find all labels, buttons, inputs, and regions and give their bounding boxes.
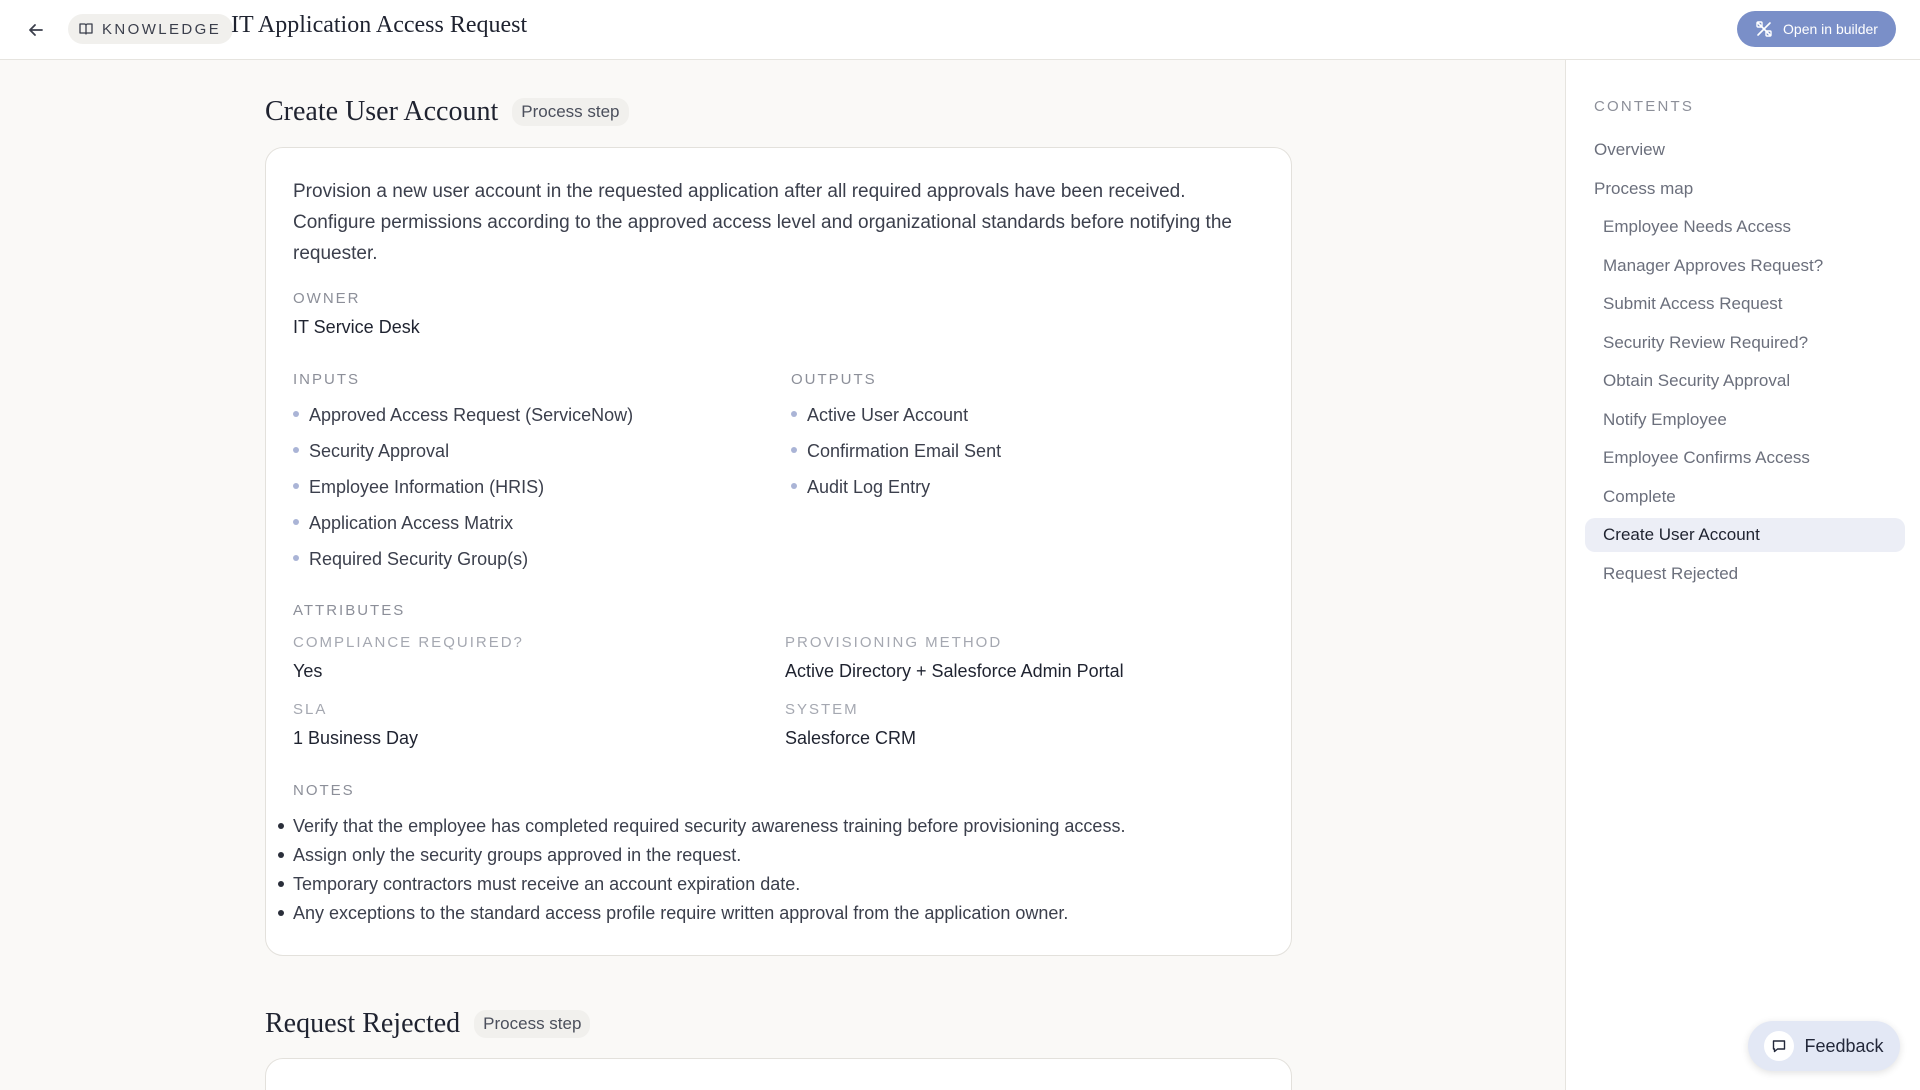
attribute-label-compliance: COMPLIANCE REQUIRED? bbox=[293, 634, 524, 651]
attribute-label-sla: SLA bbox=[293, 701, 328, 718]
toc-item-submit-access-request[interactable]: Submit Access Request bbox=[1585, 287, 1905, 321]
contents-label: CONTENTS bbox=[1594, 98, 1695, 115]
list-item: Application Access Matrix bbox=[293, 511, 633, 547]
step-title: Create User Account bbox=[265, 96, 499, 127]
list-item: Confirmation Email Sent bbox=[791, 439, 1001, 475]
attribute-value-provisioning: Active Directory + Salesforce Admin Port… bbox=[785, 661, 1124, 681]
chat-bubble-icon bbox=[1773, 1040, 1786, 1053]
attribute-label-system: SYSTEM bbox=[785, 701, 859, 718]
step-card: Provision a new user account in the requ… bbox=[265, 147, 1292, 956]
list-item: Security Approval bbox=[293, 439, 633, 475]
step-description: Provision a new user account in the requ… bbox=[293, 181, 1232, 264]
outputs-label: OUTPUTS bbox=[791, 371, 877, 388]
open-in-builder-label: Open in builder bbox=[1783, 21, 1878, 37]
toc-item-manager-approves-request[interactable]: Manager Approves Request? bbox=[1585, 249, 1905, 283]
open-in-builder-button[interactable]: Open in builder bbox=[1737, 11, 1896, 47]
outputs-list: Active User Account Confirmation Email S… bbox=[791, 403, 1001, 511]
step-heading: Create User Account Process step bbox=[265, 96, 629, 128]
back-button[interactable] bbox=[20, 14, 52, 46]
toc-item-overview[interactable]: Overview bbox=[1594, 133, 1894, 167]
contents-sidebar: CONTENTS Overview Process map Employee N… bbox=[1565, 60, 1920, 1090]
list-item: Approved Access Request (ServiceNow) bbox=[293, 403, 633, 439]
attribute-label-provisioning: PROVISIONING METHOD bbox=[785, 634, 1003, 651]
builder-icon bbox=[1756, 21, 1772, 37]
toc-item-create-user-account[interactable]: Create User Account bbox=[1585, 518, 1905, 552]
step-badge: Process step bbox=[512, 98, 629, 126]
toc-item-employee-confirms-access[interactable]: Employee Confirms Access bbox=[1585, 441, 1905, 475]
feedback-button[interactable]: Feedback bbox=[1748, 1021, 1900, 1071]
attribute-value-system: Salesforce CRM bbox=[785, 728, 917, 748]
attribute-value-sla: 1 Business Day bbox=[293, 728, 419, 748]
list-item: Required Security Group(s) bbox=[293, 547, 633, 583]
notes-list: Verify that the employee has completed r… bbox=[278, 814, 1273, 930]
book-icon bbox=[79, 23, 93, 35]
toc-item-request-rejected[interactable]: Request Rejected bbox=[1585, 557, 1905, 591]
toc-item-complete[interactable]: Complete bbox=[1585, 480, 1905, 514]
page-title: IT Application Access Request bbox=[231, 12, 528, 38]
owner-value: IT Service Desk bbox=[293, 317, 420, 337]
toc-item-obtain-security-approval[interactable]: Obtain Security Approval bbox=[1585, 364, 1905, 398]
top-header: KNOWLEDGE IT Application Access Request … bbox=[0, 0, 1920, 60]
toc-item-process-map[interactable]: Process map bbox=[1594, 172, 1894, 206]
next-step-card bbox=[265, 1058, 1292, 1090]
knowledge-chip[interactable]: KNOWLEDGE bbox=[68, 14, 234, 44]
list-item: Any exceptions to the standard access pr… bbox=[278, 901, 1273, 930]
inputs-list: Approved Access Request (ServiceNow) Sec… bbox=[293, 403, 633, 583]
next-step-badge: Process step bbox=[474, 1010, 591, 1038]
notes-label: NOTES bbox=[293, 782, 355, 799]
list-item: Active User Account bbox=[791, 403, 1001, 439]
toc-item-employee-needs-access[interactable]: Employee Needs Access bbox=[1585, 210, 1905, 244]
next-step-title: Request Rejected bbox=[265, 1008, 461, 1039]
list-item: Temporary contractors must receive an ac… bbox=[278, 872, 1273, 901]
list-item: Verify that the employee has completed r… bbox=[278, 814, 1273, 843]
owner-label: OWNER bbox=[293, 290, 361, 307]
list-item: Assign only the security groups approved… bbox=[278, 843, 1273, 872]
attributes-label: ATTRIBUTES bbox=[293, 602, 406, 619]
list-item: Employee Information (HRIS) bbox=[293, 475, 633, 511]
list-item: Audit Log Entry bbox=[791, 475, 1001, 511]
toc-item-security-review-required[interactable]: Security Review Required? bbox=[1585, 326, 1905, 360]
feedback-icon-wrap bbox=[1764, 1031, 1795, 1061]
arrow-left-icon bbox=[29, 24, 43, 36]
next-step-heading: Request Rejected Process step bbox=[265, 1008, 591, 1040]
feedback-label: Feedback bbox=[1804, 1035, 1884, 1056]
attribute-value-compliance: Yes bbox=[293, 661, 323, 681]
knowledge-chip-label: KNOWLEDGE bbox=[102, 20, 222, 38]
inputs-label: INPUTS bbox=[293, 371, 361, 388]
toc-item-notify-employee[interactable]: Notify Employee bbox=[1585, 403, 1905, 437]
